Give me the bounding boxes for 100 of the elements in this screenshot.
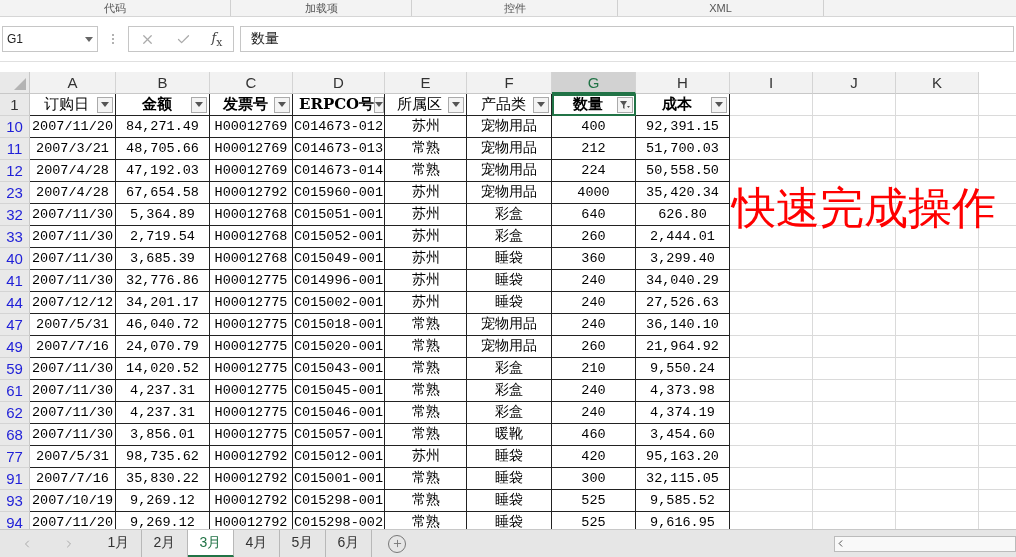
column-header[interactable]: E (385, 72, 467, 94)
table-cell: C015012-001 (293, 446, 385, 468)
name-box[interactable]: G1 (2, 26, 98, 52)
table-cell: 苏州 (385, 248, 467, 270)
header-cell[interactable]: 数量 (552, 94, 636, 116)
table-cell: 3,454.60 (636, 424, 730, 446)
dropdown-icon[interactable] (533, 96, 549, 113)
horizontal-scrollbar[interactable] (834, 535, 1016, 552)
column-header[interactable]: K (896, 72, 979, 94)
row-header[interactable]: 62 (0, 402, 30, 424)
table-cell: 47,192.03 (116, 160, 210, 182)
dropdown-icon[interactable] (97, 96, 113, 113)
header-cell[interactable]: 金额 (116, 94, 210, 116)
table-cell: H00012769 (210, 116, 293, 138)
row-header[interactable]: 61 (0, 380, 30, 402)
row-header[interactable]: 44 (0, 292, 30, 314)
table-cell: 常熟 (385, 336, 467, 358)
column-header[interactable]: H (636, 72, 730, 94)
table-cell: 苏州 (385, 292, 467, 314)
column-header[interactable]: G (552, 72, 636, 94)
table-cell: 50,558.50 (636, 160, 730, 182)
sheet-tab[interactable]: 1月 (96, 530, 142, 557)
table-cell: 4000 (552, 182, 636, 204)
header-cell[interactable]: 订购日 (30, 94, 116, 116)
table-cell: C014996-001 (293, 270, 385, 292)
table-cell: 苏州 (385, 226, 467, 248)
plus-icon (391, 538, 403, 549)
row-header[interactable]: 1 (0, 94, 30, 116)
dropdown-icon[interactable] (274, 96, 290, 113)
row-header[interactable]: 33 (0, 226, 30, 248)
header-cell[interactable]: 发票号 (210, 94, 293, 116)
dropdown-icon[interactable] (711, 96, 727, 113)
column-header[interactable]: A (30, 72, 116, 94)
table-cell: 彩盒 (467, 358, 552, 380)
row-header[interactable]: 94 (0, 512, 30, 529)
row-header[interactable]: 91 (0, 468, 30, 490)
column-header[interactable]: D (293, 72, 385, 94)
table-cell: 5,364.89 (116, 204, 210, 226)
row-header[interactable]: 41 (0, 270, 30, 292)
column-header[interactable]: J (813, 72, 896, 94)
row-header[interactable]: 49 (0, 336, 30, 358)
table-cell: 36,140.10 (636, 314, 730, 336)
column-header[interactable]: B (116, 72, 210, 94)
filter-icon[interactable] (617, 96, 633, 113)
header-cell[interactable]: 成本 (636, 94, 730, 116)
table-cell: 苏州 (385, 446, 467, 468)
table-cell: 420 (552, 446, 636, 468)
table-cell: 2007/3/21 (30, 138, 116, 160)
table-cell: C015001-001 (293, 468, 385, 490)
table-cell: 2007/7/16 (30, 468, 116, 490)
row-header[interactable]: 59 (0, 358, 30, 380)
column-header[interactable]: I (730, 72, 813, 94)
table-cell: 2007/5/31 (30, 446, 116, 468)
header-cell[interactable]: ERPCO号 (293, 94, 385, 116)
sheet-tab[interactable]: 4月 (234, 530, 280, 557)
dropdown-icon[interactable] (374, 96, 385, 113)
column-header[interactable]: F (467, 72, 552, 94)
table-cell: 240 (552, 380, 636, 402)
table-cell: 3,299.40 (636, 248, 730, 270)
dropdown-icon[interactable] (448, 96, 464, 113)
table-cell: H00012775 (210, 424, 293, 446)
table-cell: 2007/11/30 (30, 380, 116, 402)
row-header[interactable]: 11 (0, 138, 30, 160)
row-header[interactable]: 23 (0, 182, 30, 204)
table-cell: 宠物用品 (467, 116, 552, 138)
formula-field[interactable]: 数量 (240, 26, 1014, 52)
row-header[interactable]: 77 (0, 446, 30, 468)
sheet-tab[interactable]: 3月 (188, 530, 234, 557)
table-cell: 212 (552, 138, 636, 160)
table-cell: 常熟 (385, 358, 467, 380)
table-cell: 苏州 (385, 204, 467, 226)
header-cell[interactable]: 产品类 (467, 94, 552, 116)
table-cell: 460 (552, 424, 636, 446)
column-header[interactable]: C (210, 72, 293, 94)
table-cell: 2007/11/30 (30, 270, 116, 292)
row-header[interactable]: 68 (0, 424, 30, 446)
dropdown-icon[interactable] (191, 96, 207, 113)
table-cell: 360 (552, 248, 636, 270)
table-cell: 67,654.58 (116, 182, 210, 204)
table-cell: 2007/11/30 (30, 204, 116, 226)
table-cell: 彩盒 (467, 226, 552, 248)
table-cell: C015018-001 (293, 314, 385, 336)
table-cell: 暖靴 (467, 424, 552, 446)
table-cell: 27,526.63 (636, 292, 730, 314)
table-cell: 彩盒 (467, 402, 552, 424)
row-header[interactable]: 93 (0, 490, 30, 512)
sheet-tab[interactable]: 5月 (280, 530, 326, 557)
table-cell: 2007/11/30 (30, 248, 116, 270)
row-header[interactable]: 10 (0, 116, 30, 138)
table-cell: 34,201.17 (116, 292, 210, 314)
table-cell: 彩盒 (467, 204, 552, 226)
insert-function-button[interactable]: f$_{x}$ (211, 29, 223, 49)
row-header[interactable]: 40 (0, 248, 30, 270)
table-cell: C014673-013 (293, 138, 385, 160)
table-cell: 3,685.39 (116, 248, 210, 270)
row-header[interactable]: 32 (0, 204, 30, 226)
row-header[interactable]: 47 (0, 314, 30, 336)
sheet-tab[interactable]: 6月 (326, 530, 372, 557)
row-header[interactable]: 12 (0, 160, 30, 182)
header-cell[interactable]: 所属区 (385, 94, 467, 116)
